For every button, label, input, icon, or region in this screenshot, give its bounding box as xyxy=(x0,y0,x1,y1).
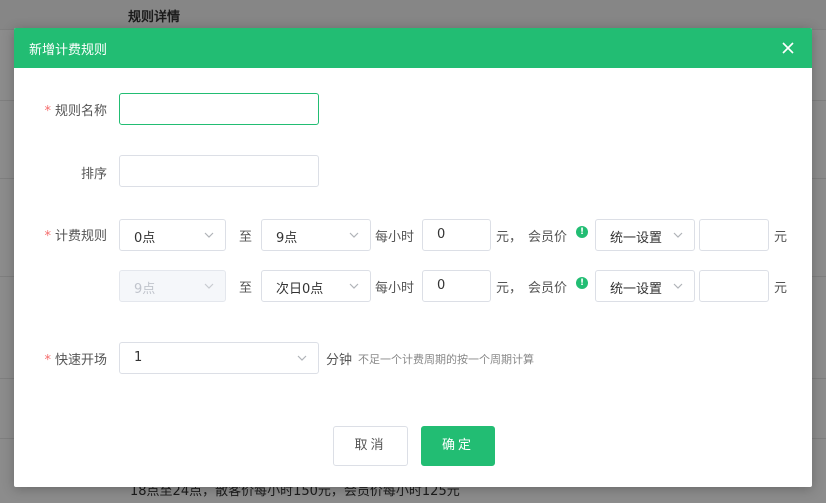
close-icon[interactable] xyxy=(780,40,796,56)
billing-row-1-to-text: 至 xyxy=(239,230,253,245)
info-icon[interactable]: ! xyxy=(576,277,588,289)
quick-start-label: * 快速开场 xyxy=(44,353,107,368)
cancel-button[interactable]: 取消 xyxy=(333,426,408,466)
billing-row-2-end-select[interactable]: 次日0点 xyxy=(261,270,371,302)
billing-row-1-end-select[interactable]: 9点 xyxy=(261,219,371,251)
add-billing-rule-dialog: 新增计费规则 * 规则名称 排序 * 计费规则 0点 至 9点 每小时 0 元， 会… xyxy=(14,28,812,487)
billing-rule-label: * 计费规则 xyxy=(44,229,107,244)
chevron-down-icon xyxy=(349,283,359,289)
billing-row-2-member-price-text: 会员价 xyxy=(528,281,568,296)
billing-row-2-to-text: 至 xyxy=(239,281,253,296)
confirm-button[interactable]: 确定 xyxy=(421,426,495,466)
billing-row-2-member-price-input[interactable] xyxy=(699,270,769,302)
rule-name-input[interactable] xyxy=(119,93,319,125)
dialog-header: 新增计费规则 xyxy=(14,28,812,68)
chevron-down-icon xyxy=(204,232,214,238)
sort-input[interactable] xyxy=(119,155,319,187)
info-icon[interactable]: ! xyxy=(576,226,588,238)
billing-row-2-yuan-unit: 元 xyxy=(774,281,788,296)
chevron-down-icon xyxy=(349,232,359,238)
rule-name-label: * 规则名称 xyxy=(44,104,107,119)
dialog-title: 新增计费规则 xyxy=(29,43,108,58)
chevron-down-icon xyxy=(673,283,683,289)
chevron-down-icon xyxy=(297,355,307,361)
sort-label: 排序 xyxy=(80,167,107,182)
billing-row-1-start-select[interactable]: 0点 xyxy=(119,219,226,251)
chevron-down-icon xyxy=(673,232,683,238)
billing-row-2-price-input[interactable]: 0 xyxy=(422,270,491,302)
billing-row-1-yuan-text: 元， xyxy=(496,230,523,245)
billing-row-2-member-mode-select[interactable]: 统一设置 xyxy=(595,270,695,302)
billing-row-1-price-input[interactable]: 0 xyxy=(422,219,491,251)
billing-row-1-per-hour-text: 每小时 xyxy=(375,230,415,245)
billing-row-1-member-mode-select[interactable]: 统一设置 xyxy=(595,219,695,251)
billing-row-2-per-hour-text: 每小时 xyxy=(375,281,415,296)
quick-start-unit: 分钟 xyxy=(326,353,353,368)
quick-start-select[interactable]: 1 xyxy=(119,342,319,374)
billing-row-2-yuan-text: 元， xyxy=(496,281,523,296)
chevron-down-icon xyxy=(204,283,214,289)
billing-row-1-member-price-input[interactable] xyxy=(699,219,769,251)
billing-row-2-start-select: 9点 xyxy=(119,270,226,302)
quick-start-hint: 不足一个计费周期的按一个周期计算 xyxy=(358,353,534,366)
billing-row-1-member-price-text: 会员价 xyxy=(528,230,568,245)
billing-row-1-yuan-unit: 元 xyxy=(774,230,788,245)
